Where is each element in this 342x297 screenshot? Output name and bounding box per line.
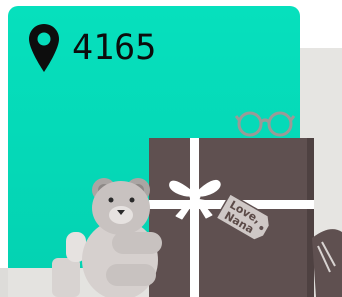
gift-box-shadow — [307, 138, 314, 297]
decorative-scroll — [312, 229, 342, 297]
glasses-icon — [234, 111, 296, 137]
ribbon-vertical — [190, 138, 199, 297]
teddy-bear — [52, 178, 162, 297]
gift-illustration: Love, Nana — [52, 111, 342, 297]
